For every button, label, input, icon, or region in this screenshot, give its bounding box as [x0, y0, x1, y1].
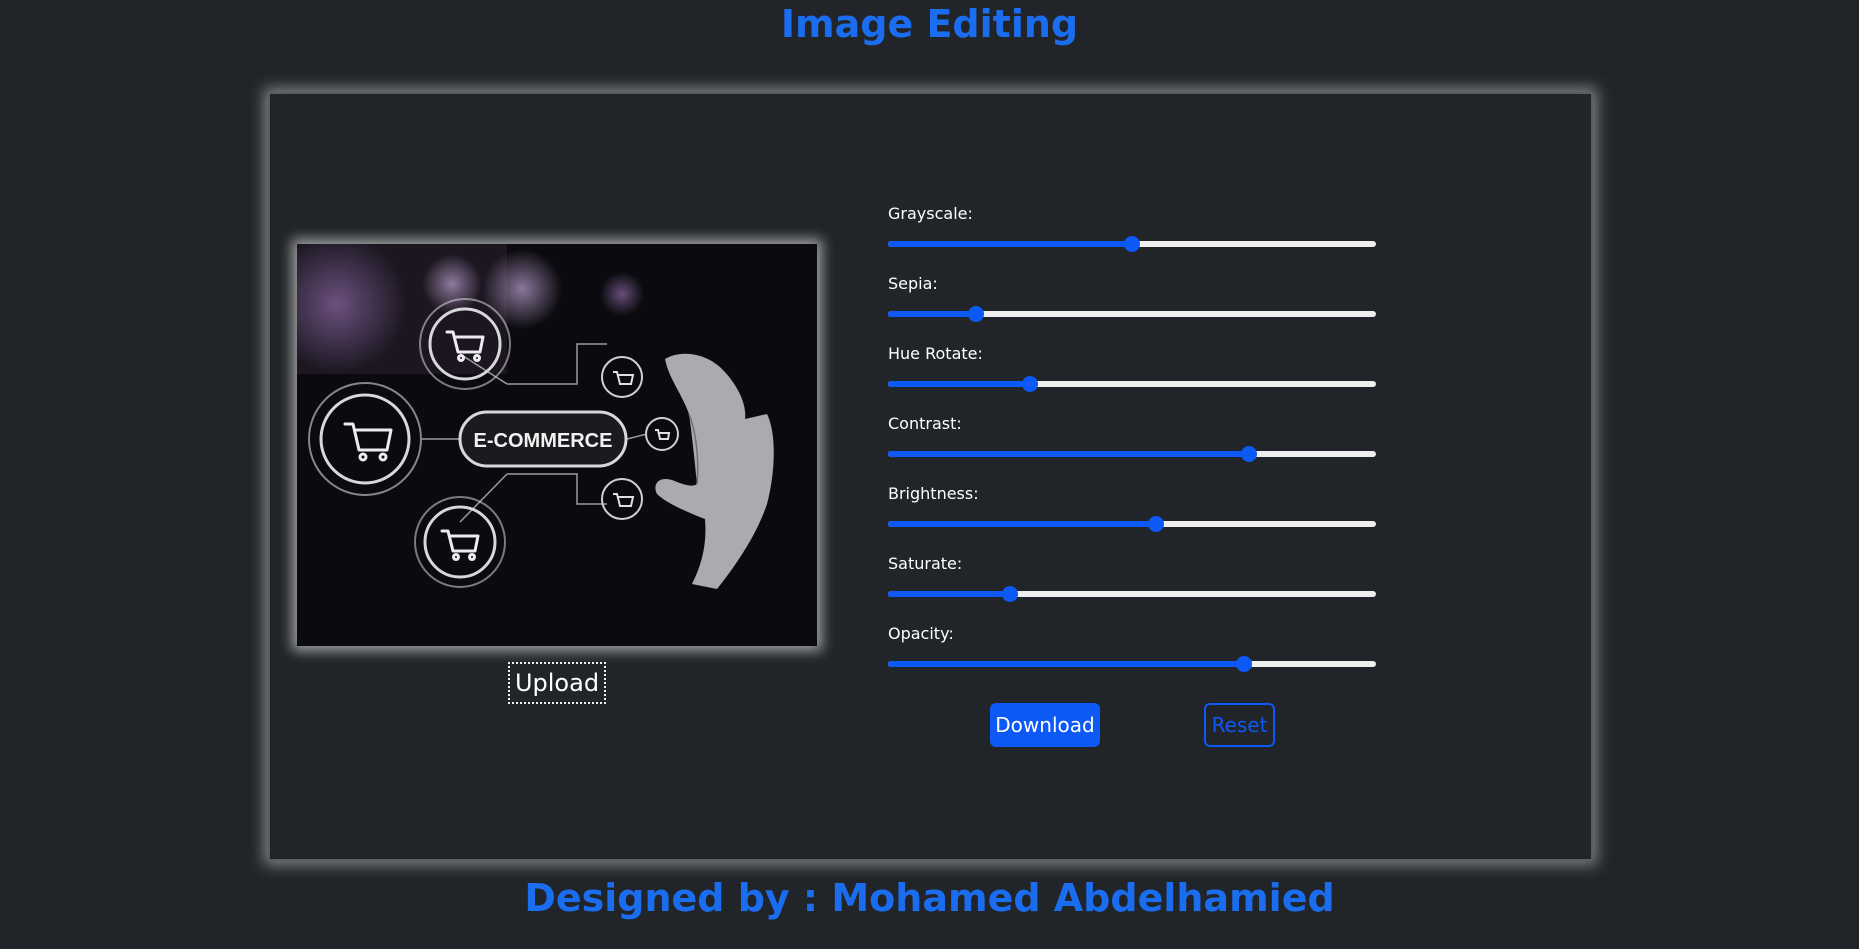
- grayscale-label: Grayscale:: [888, 204, 973, 223]
- image-preview: E-COMMERCE: [297, 244, 817, 646]
- opacity-control: Opacity:: [888, 624, 1376, 684]
- ecommerce-image: E-COMMERCE: [297, 244, 817, 646]
- sepia-control: Sepia:: [888, 274, 1376, 334]
- brightness-label: Brightness:: [888, 484, 979, 503]
- grayscale-slider[interactable]: [888, 236, 1376, 252]
- download-button[interactable]: Download: [990, 703, 1100, 747]
- hue-rotate-label: Hue Rotate:: [888, 344, 983, 363]
- hue-rotate-slider[interactable]: [888, 376, 1376, 392]
- opacity-label: Opacity:: [888, 624, 954, 643]
- slider-thumb[interactable]: [1148, 516, 1164, 532]
- brightness-slider[interactable]: [888, 516, 1376, 532]
- slider-fill: [888, 241, 1132, 247]
- slider-fill: [888, 381, 1030, 387]
- slider-thumb[interactable]: [968, 306, 984, 322]
- slider-fill: [888, 311, 976, 317]
- slider-thumb[interactable]: [1241, 446, 1257, 462]
- slider-thumb[interactable]: [1236, 656, 1252, 672]
- opacity-slider[interactable]: [888, 656, 1376, 672]
- brightness-control: Brightness:: [888, 484, 1376, 544]
- slider-thumb[interactable]: [1124, 236, 1140, 252]
- slider-thumb[interactable]: [1002, 586, 1018, 602]
- image-caption: E-COMMERCE: [474, 430, 613, 452]
- contrast-slider[interactable]: [888, 446, 1376, 462]
- slider-fill: [888, 521, 1156, 527]
- slider-fill: [888, 451, 1249, 457]
- upload-button[interactable]: Upload: [508, 662, 606, 704]
- editor-panel: E-COMMERCE Upload Grayscale: Sepia: Hue …: [268, 92, 1593, 861]
- contrast-control: Contrast:: [888, 414, 1376, 474]
- contrast-label: Contrast:: [888, 414, 962, 433]
- hue-rotate-control: Hue Rotate:: [888, 344, 1376, 404]
- saturate-slider[interactable]: [888, 586, 1376, 602]
- page-title: Image Editing: [780, 2, 1079, 46]
- slider-fill: [888, 591, 1010, 597]
- grayscale-control: Grayscale:: [888, 204, 1376, 264]
- slider-fill: [888, 661, 1244, 667]
- saturate-control: Saturate:: [888, 554, 1376, 614]
- slider-thumb[interactable]: [1022, 376, 1038, 392]
- sepia-label: Sepia:: [888, 274, 938, 293]
- reset-button[interactable]: Reset: [1204, 703, 1275, 747]
- footer-credit: Designed by : Mohamed Abdelhamied: [524, 876, 1335, 920]
- sepia-slider[interactable]: [888, 306, 1376, 322]
- saturate-label: Saturate:: [888, 554, 963, 573]
